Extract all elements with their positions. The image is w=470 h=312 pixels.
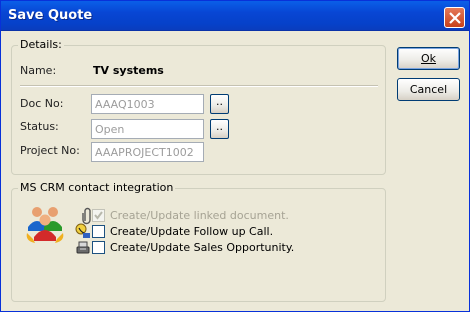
doc-no-label: Doc No:: [20, 97, 64, 110]
status-browse-button[interactable]: ..: [210, 119, 229, 139]
details-group-label: Details:: [18, 38, 64, 51]
doc-no-browse-button[interactable]: ..: [210, 94, 229, 114]
doc-no-field[interactable]: AAAQ1003: [91, 94, 204, 114]
title-bar[interactable]: Save Quote: [1, 1, 469, 31]
crm-contacts-icon: [26, 207, 64, 243]
name-label: Name:: [20, 64, 57, 77]
sales-opportunity-label: Create/Update Sales Opportunity.: [110, 241, 295, 254]
window-title: Save Quote: [8, 8, 93, 23]
sales-opportunity-checkbox[interactable]: [92, 241, 105, 254]
ok-button-label: Ok: [420, 52, 437, 65]
sales-opportunity-icon: [76, 241, 90, 254]
name-value: TV systems: [93, 64, 164, 77]
details-separator: [20, 85, 378, 87]
close-button[interactable]: [444, 7, 465, 28]
save-quote-dialog: Save Quote Details: Name: TV systems Doc…: [0, 0, 470, 312]
status-label: Status:: [20, 120, 59, 133]
follow-up-call-checkbox[interactable]: [92, 225, 105, 238]
crm-group-label: MS CRM contact integration: [18, 181, 176, 194]
close-icon: [449, 12, 461, 24]
status-field[interactable]: Open: [91, 119, 204, 139]
follow-up-call-label: Create/Update Follow up Call.: [110, 225, 274, 238]
project-no-label: Project No:: [20, 144, 80, 157]
linked-document-label: Create/Update linked document.: [110, 209, 289, 222]
checkmark-icon: [94, 211, 103, 220]
phone-call-icon: [75, 223, 90, 238]
project-no-field[interactable]: AAAPROJECT1002: [91, 142, 204, 162]
cancel-button[interactable]: Cancel: [397, 78, 460, 101]
ok-button[interactable]: Ok: [397, 47, 460, 70]
cancel-button-label: Cancel: [409, 83, 448, 96]
linked-document-checkbox[interactable]: [92, 209, 105, 222]
